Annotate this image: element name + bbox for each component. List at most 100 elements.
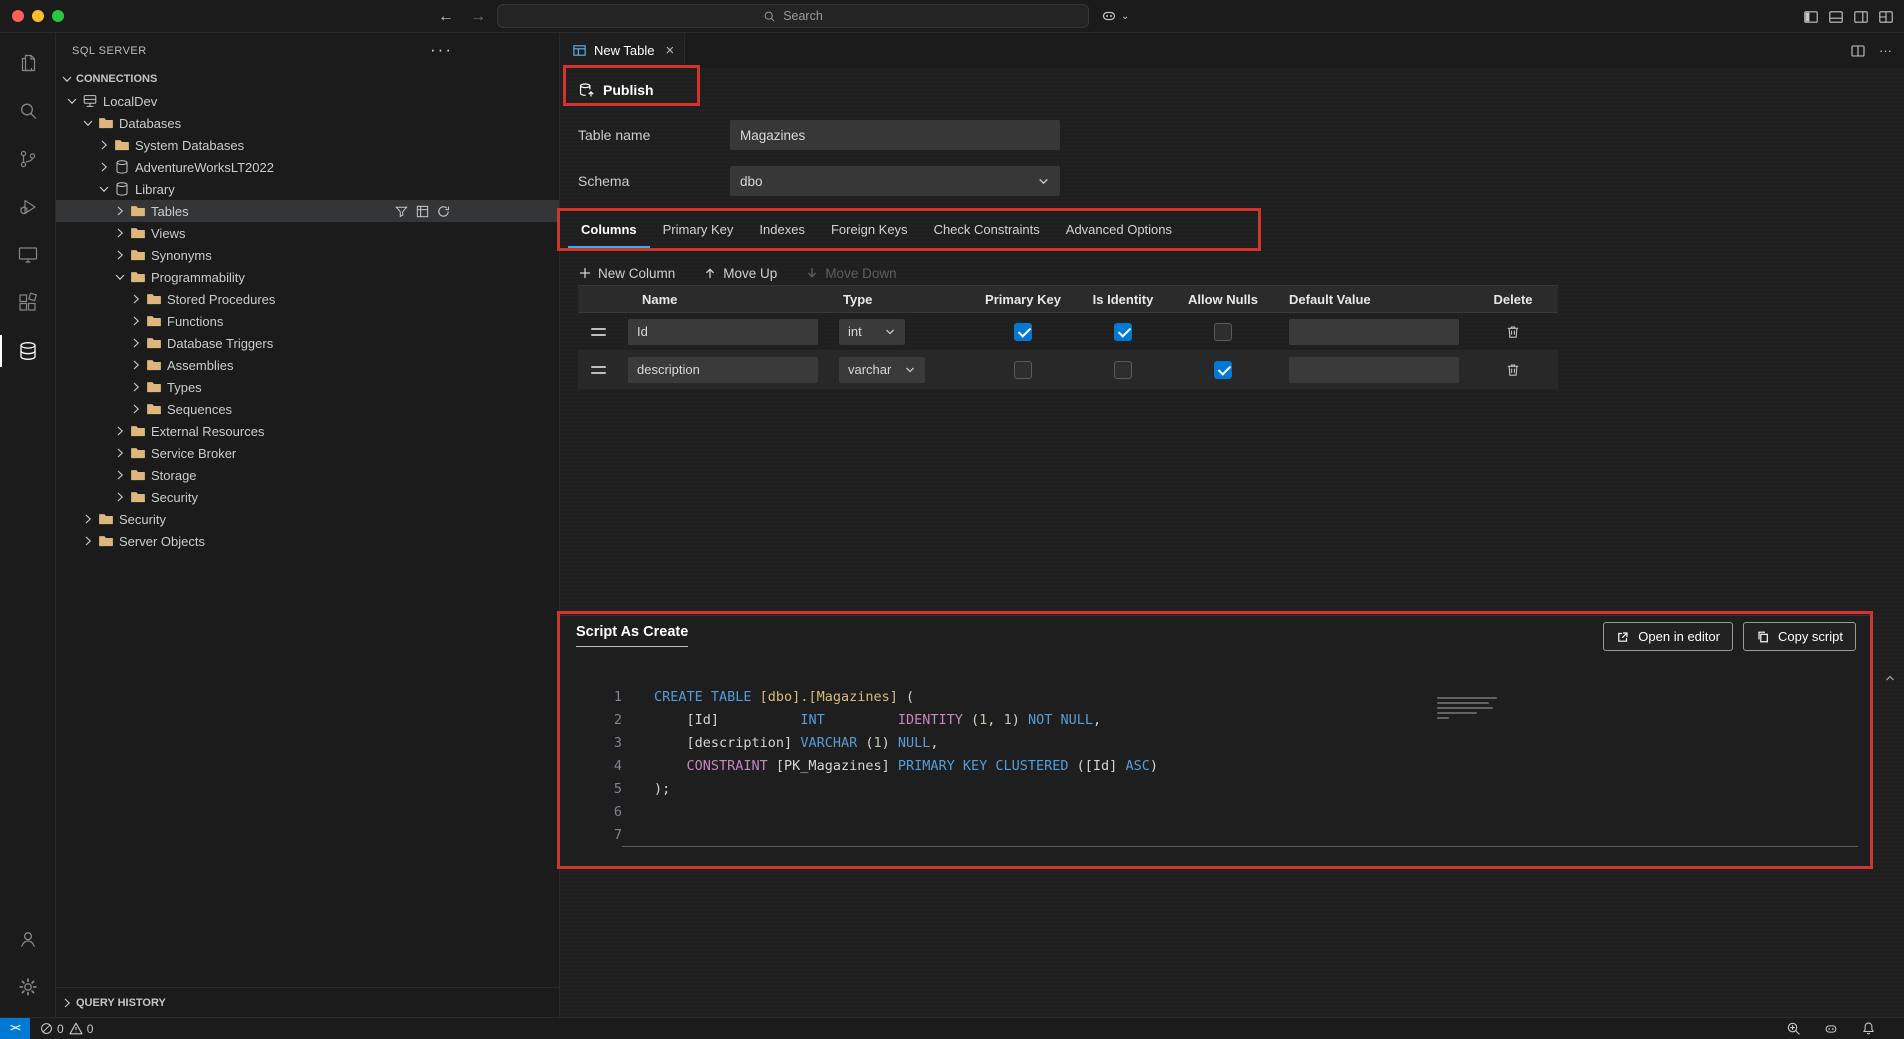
zoom-icon[interactable] [1786, 1021, 1801, 1036]
problems-status[interactable]: 0 0 [40, 1022, 93, 1036]
forward-icon[interactable]: → [470, 8, 486, 26]
more-actions-icon[interactable]: ··· [430, 40, 453, 60]
zoom-window-button[interactable] [52, 10, 64, 22]
remote-indicator[interactable]: >< [0, 1018, 30, 1039]
back-icon[interactable]: ← [438, 8, 454, 26]
allow-nulls-checkbox[interactable] [1214, 361, 1232, 379]
query-history-section-header[interactable]: QUERY HISTORY [56, 987, 559, 1017]
tree-item-external-resources[interactable]: External Resources [56, 420, 559, 442]
tab-new-table[interactable]: New Table × [560, 33, 685, 68]
bell-icon[interactable] [1861, 1021, 1876, 1036]
code-line[interactable]: 3 [description] VARCHAR (1) NULL, [560, 732, 1870, 755]
run-and-debug-icon[interactable] [0, 183, 56, 231]
allow-nulls-checkbox[interactable] [1214, 323, 1232, 341]
tree-item-security[interactable]: Security [56, 486, 559, 508]
toggle-secondary-sidebar-icon[interactable] [1853, 9, 1869, 25]
refresh-icon[interactable] [436, 204, 451, 219]
code-line[interactable]: 6 [560, 801, 1870, 824]
toggle-panel-icon[interactable] [1828, 9, 1844, 25]
tree-item-assemblies[interactable]: Assemblies [56, 354, 559, 376]
settings-gear-icon[interactable] [0, 963, 56, 1011]
delete-row-icon[interactable] [1505, 362, 1521, 378]
copy-script-button[interactable]: Copy script [1743, 622, 1856, 651]
tree-item-security[interactable]: Security [56, 508, 559, 530]
publish-button[interactable]: Publish [578, 77, 654, 103]
designer-tab-columns[interactable]: Columns [568, 212, 650, 248]
tree-item-synonyms[interactable]: Synonyms [56, 244, 559, 266]
column-name-input[interactable]: description [628, 357, 818, 383]
code-line[interactable]: 4 CONSTRAINT [PK_Magazines] PRIMARY KEY … [560, 755, 1870, 778]
code-line[interactable]: 1CREATE TABLE [dbo].[Magazines] ( [560, 686, 1870, 709]
tree-item-database-triggers[interactable]: Database Triggers [56, 332, 559, 354]
tree-item-server-objects[interactable]: Server Objects [56, 530, 559, 552]
tree-item-sequences[interactable]: Sequences [56, 398, 559, 420]
filter-icon[interactable] [394, 204, 409, 219]
designer-tab-check-constraints[interactable]: Check Constraints [921, 212, 1053, 248]
designer-tab-advanced-options[interactable]: Advanced Options [1053, 212, 1185, 248]
primary-key-checkbox[interactable] [1014, 323, 1032, 341]
column-type-dropdown[interactable]: varchar [839, 357, 925, 383]
column-name-input[interactable]: Id [628, 319, 818, 345]
table-designer: Publish Table name Magazines Schema dbo … [560, 68, 1904, 1017]
tree-item-functions[interactable]: Functions [56, 310, 559, 332]
drag-handle[interactable] [591, 366, 606, 374]
tree-item-service-broker[interactable]: Service Broker [56, 442, 559, 464]
tree-item-databases[interactable]: Databases [56, 112, 559, 134]
copilot-menu-button[interactable]: ⌄ [1100, 7, 1129, 25]
scroll-up-icon[interactable] [1884, 672, 1896, 684]
tree-item-types[interactable]: Types [56, 376, 559, 398]
code-line[interactable]: 7 [560, 824, 1870, 847]
default-value-input[interactable] [1289, 357, 1459, 383]
source-control-icon[interactable] [0, 135, 56, 183]
table-name-input[interactable]: Magazines [730, 120, 1060, 150]
tree-item-stored-procedures[interactable]: Stored Procedures [56, 288, 559, 310]
connections-section-header[interactable]: CONNECTIONS [56, 68, 559, 90]
minimize-window-button[interactable] [32, 10, 44, 22]
error-icon [40, 1022, 52, 1035]
schema-dropdown[interactable]: dbo [730, 166, 1060, 196]
move-up-button[interactable]: Move Up [703, 266, 777, 281]
command-center-search[interactable]: Search [497, 4, 1089, 28]
is-identity-checkbox[interactable] [1114, 361, 1132, 379]
close-window-button[interactable] [12, 10, 24, 22]
sql-server-icon[interactable] [0, 327, 56, 375]
tree-item-system-databases[interactable]: System Databases [56, 134, 559, 156]
tree-item-storage[interactable]: Storage [56, 464, 559, 486]
open-in-editor-button[interactable]: Open in editor [1603, 622, 1733, 651]
drag-handle[interactable] [591, 328, 606, 336]
designer-tab-foreign-keys[interactable]: Foreign Keys [818, 212, 921, 248]
sql-code-editor[interactable]: 1CREATE TABLE [dbo].[Magazines] (2 [Id] … [560, 686, 1870, 865]
explorer-icon[interactable] [0, 39, 56, 87]
tree-item-tables[interactable]: Tables [56, 200, 559, 222]
is-identity-checkbox[interactable] [1114, 323, 1132, 341]
toggle-primary-sidebar-icon[interactable] [1803, 9, 1819, 25]
split-editor-icon[interactable] [1850, 43, 1866, 59]
designer-tab-primary-key[interactable]: Primary Key [650, 212, 747, 248]
remote-explorer-icon[interactable] [0, 231, 56, 279]
extensions-icon[interactable] [0, 279, 56, 327]
tree-item-views[interactable]: Views [56, 222, 559, 244]
close-icon[interactable]: × [665, 43, 674, 58]
more-actions-icon[interactable]: ··· [1879, 43, 1892, 58]
new-column-button[interactable]: New Column [578, 266, 675, 281]
table-name-label: Table name [578, 127, 723, 143]
primary-key-checkbox[interactable] [1014, 361, 1032, 379]
copilot-icon[interactable] [1823, 1021, 1839, 1037]
tree-item-label: LocalDev [103, 94, 157, 109]
accounts-icon[interactable] [0, 915, 56, 963]
tree-item-library[interactable]: Library [56, 178, 559, 200]
minimap [1437, 697, 1497, 719]
code-line[interactable]: 5); [560, 778, 1870, 801]
tree-item-localdev[interactable]: LocalDev [56, 90, 559, 112]
tree-item-label: Tables [151, 204, 189, 219]
designer-tab-indexes[interactable]: Indexes [746, 212, 818, 248]
search-icon[interactable] [0, 87, 56, 135]
code-line[interactable]: 2 [Id] INT IDENTITY (1, 1) NOT NULL, [560, 709, 1870, 732]
default-value-input[interactable] [1289, 319, 1459, 345]
tree-item-adventureworkslt2022[interactable]: AdventureWorksLT2022 [56, 156, 559, 178]
customize-layout-icon[interactable] [1878, 9, 1894, 25]
column-type-dropdown[interactable]: int [839, 319, 905, 345]
design-icon[interactable] [415, 204, 430, 219]
delete-row-icon[interactable] [1505, 324, 1521, 340]
tree-item-programmability[interactable]: Programmability [56, 266, 559, 288]
